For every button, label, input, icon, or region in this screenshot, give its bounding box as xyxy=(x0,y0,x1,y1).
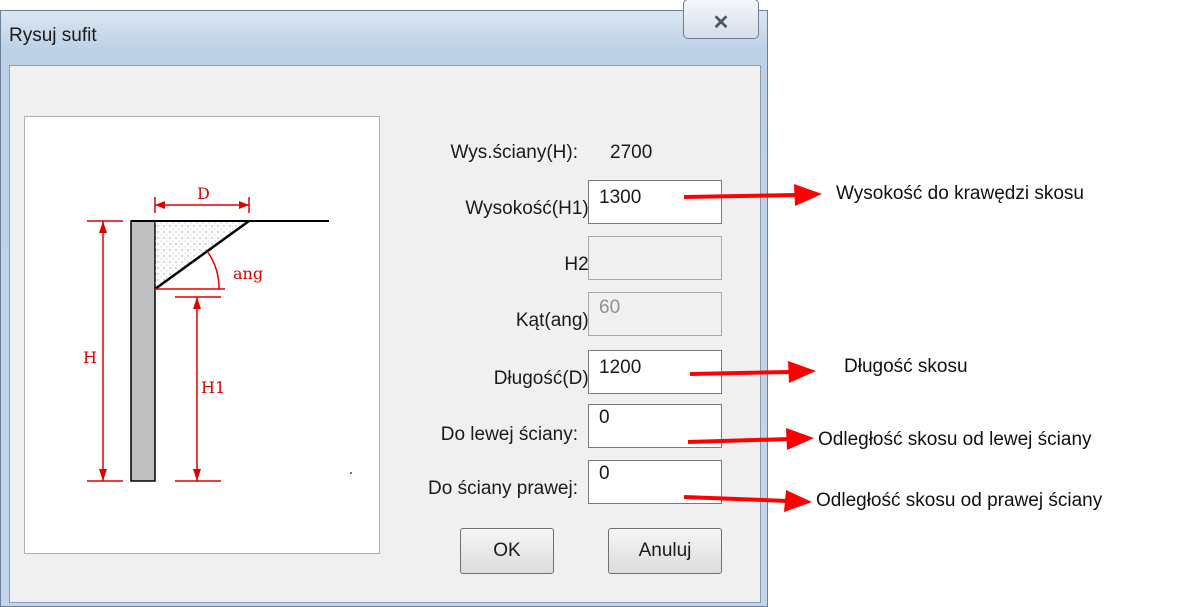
height-note-arrow-shaft xyxy=(683,193,797,199)
left-wall-note: Odległość skosu od lewej ściany xyxy=(818,429,1092,450)
left-note-arrow-shaft xyxy=(687,437,791,444)
right-wall-note: Odległość skosu od prawej ściany xyxy=(816,490,1103,511)
length-note: Długość skosu xyxy=(844,356,968,377)
left-note-arrowhead xyxy=(786,428,814,450)
height-note: Wysokość do krawędzi skosu xyxy=(836,183,1084,204)
height-note-arrowhead xyxy=(794,184,822,206)
length-note-arrow-shaft xyxy=(689,370,791,376)
length-note-arrowhead xyxy=(788,361,816,383)
right-note-arrow-shaft xyxy=(683,495,789,503)
right-note-arrowhead xyxy=(784,490,812,512)
annotation-arrows xyxy=(683,184,822,512)
